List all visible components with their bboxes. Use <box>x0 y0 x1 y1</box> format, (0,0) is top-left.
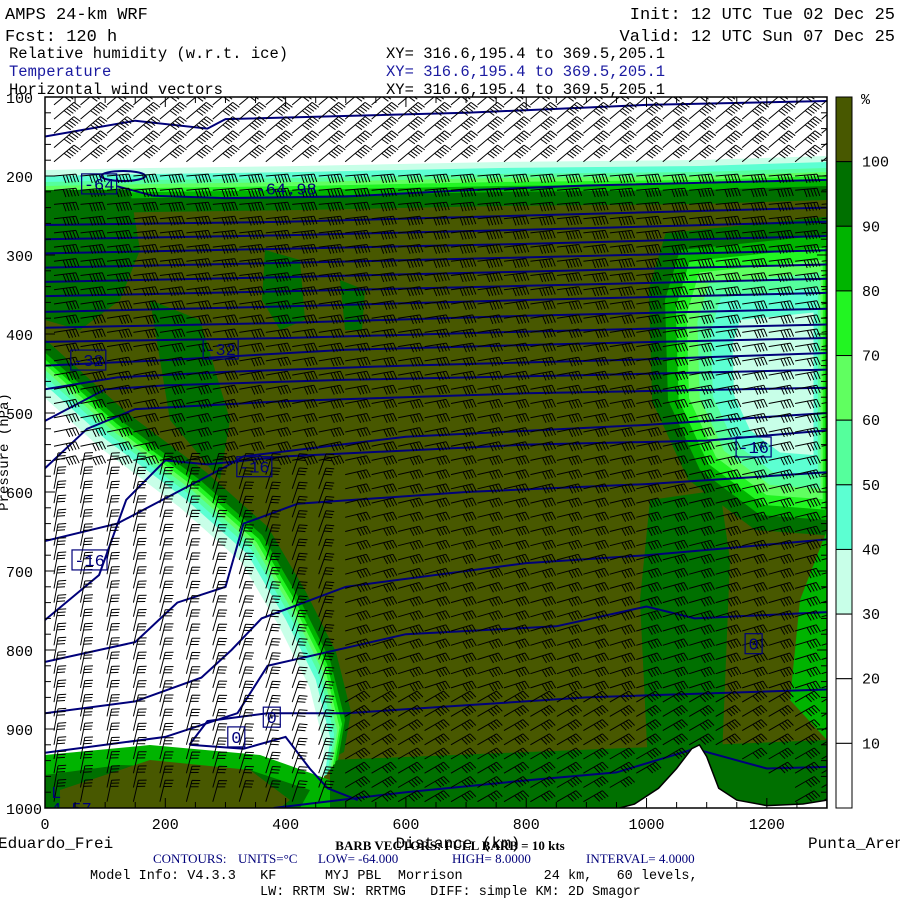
colorbar-swatch <box>835 290 853 357</box>
x-tick-label: 200 <box>152 817 179 834</box>
colorbar-swatch <box>835 161 853 227</box>
colorbar-label: 30 <box>862 607 880 624</box>
y-tick-label: 100 <box>6 91 33 108</box>
colorbar: 100 90 80 70 60 50 40 30 20 10 <box>835 96 889 809</box>
right-station-label: Punta_Aren <box>808 835 900 853</box>
colorbar-label: 70 <box>862 349 880 366</box>
left-station-label: Eduardo_Frei <box>0 835 113 853</box>
x-tick-label: 1200 <box>749 817 785 834</box>
colorbar-label: 100 <box>862 155 889 172</box>
contours-low: LOW= -64.000 <box>318 851 398 866</box>
field-temp-name: Temperature <box>9 63 111 81</box>
contour-label: -32 <box>205 342 236 361</box>
x-tick-label: 0 <box>40 817 49 834</box>
colorbar-label: 90 <box>862 219 880 236</box>
x-tick-label: 600 <box>392 817 419 834</box>
contour-label: -64 <box>84 177 115 196</box>
init-time: Init: 12 UTC Tue 02 Dec 25 <box>630 6 895 25</box>
colorbar-label: 50 <box>862 478 880 495</box>
rh-band <box>45 97 827 170</box>
colorbar-swatch <box>835 613 853 680</box>
x-tick-label: 400 <box>272 817 299 834</box>
contour-label: 0 <box>267 710 277 729</box>
contours-label: CONTOURS: <box>153 851 226 866</box>
contour-label: -64.98 <box>256 182 317 201</box>
y-tick-label: 400 <box>6 328 33 345</box>
colorbar-unit: % <box>861 92 871 109</box>
model-info: Model Info: V4.3.3 KF MYJ PBL Morrison 2… <box>90 869 698 884</box>
cross-section-chart: AMPS 24-km WRF Fcst: 120 h Init: 12 UTC … <box>0 6 900 900</box>
y-tick-label: 300 <box>6 249 33 266</box>
y-tick-label: 800 <box>6 644 33 661</box>
field-rh-xy: XY= 316.6,195.4 to 369.5,205.1 <box>386 45 665 63</box>
colorbar-swatch <box>835 225 853 292</box>
colorbar-swatch <box>835 355 853 421</box>
colorbar-swatch <box>835 484 853 550</box>
colorbar-label: 10 <box>862 736 880 753</box>
colorbar-swatch <box>835 548 853 615</box>
contour-label: 4.57 <box>51 801 92 820</box>
colorbar-label: 20 <box>862 672 880 689</box>
y-tick-label: 200 <box>6 170 33 187</box>
model-title: AMPS 24-km WRF <box>5 6 148 25</box>
contours-high: HIGH= 8.0000 <box>452 851 531 866</box>
contour-label: 0 <box>749 637 759 656</box>
contour-label: -16 <box>738 440 769 459</box>
colorbar-swatch <box>835 96 853 163</box>
field-rh-name: Relative humidity (w.r.t. ice) <box>9 45 288 63</box>
contours-interval: INTERVAL= 4.0000 <box>586 851 695 866</box>
colorbar-label: 80 <box>862 284 880 301</box>
colorbar-swatch <box>835 419 853 486</box>
contours-units: UNITS=°C <box>238 851 297 866</box>
y-tick-label: 700 <box>6 565 33 582</box>
contour-label: -16 <box>239 460 270 479</box>
x-tick-label: 1000 <box>629 817 665 834</box>
contour-label: -32 <box>73 353 104 372</box>
physics-info: LW: RRTM SW: RRTMG DIFF: simple KM: 2D S… <box>260 885 641 900</box>
colorbar-swatch <box>835 742 853 809</box>
contour-label: 0 <box>231 730 241 749</box>
x-tick-label: 800 <box>513 817 540 834</box>
contour-label: -16 <box>74 553 105 572</box>
field-temp-xy: XY= 316.6,195.4 to 369.5,205.1 <box>386 63 665 81</box>
y-axis-title: Pressure (hPa) <box>0 393 13 511</box>
y-tick-label: 1000 <box>6 802 42 819</box>
colorbar-label: 40 <box>862 542 880 559</box>
colorbar-swatch <box>835 678 853 744</box>
y-tick-label: 900 <box>6 723 33 740</box>
colorbar-label: 60 <box>862 413 880 430</box>
